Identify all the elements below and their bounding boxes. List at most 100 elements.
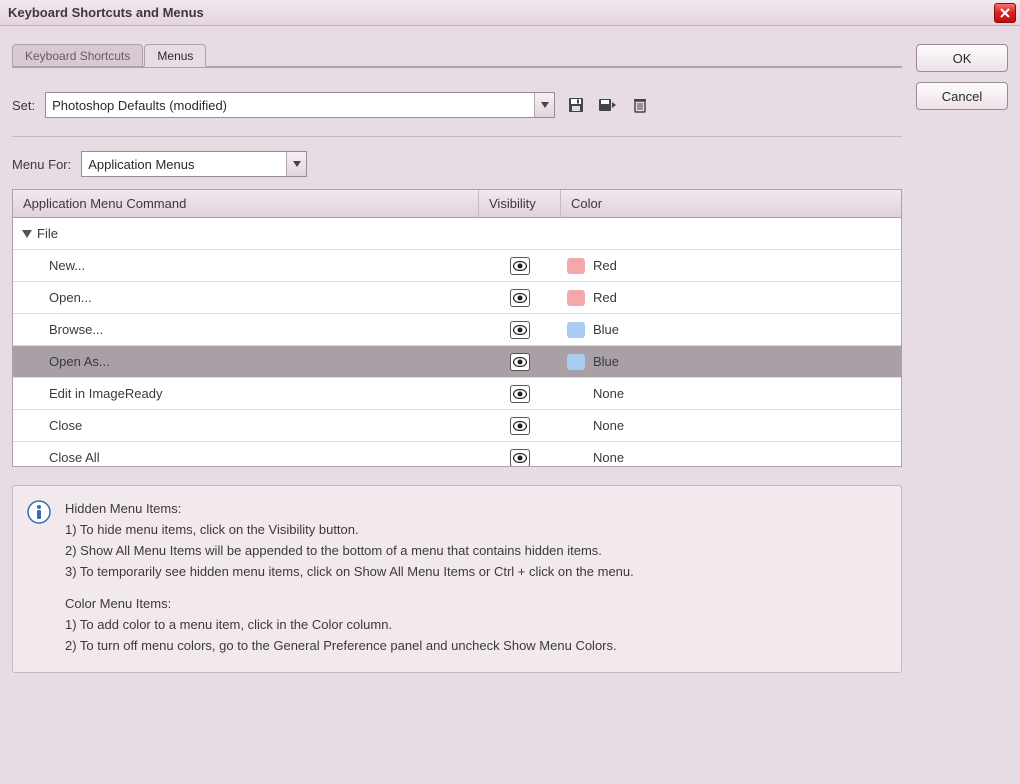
ok-button[interactable]: OK bbox=[916, 44, 1008, 72]
floppy-arrow-icon bbox=[598, 96, 618, 114]
eye-icon bbox=[513, 389, 527, 399]
table-row[interactable]: Browse... Blue bbox=[13, 314, 901, 346]
visibility-cell bbox=[479, 353, 561, 371]
info-text: Hidden Menu Items: 1) To hide menu items… bbox=[65, 500, 634, 658]
tab-menus[interactable]: Menus bbox=[144, 44, 206, 67]
info-line: 1) To hide menu items, click on the Visi… bbox=[65, 521, 634, 540]
divider bbox=[12, 136, 902, 137]
menu-table: Application Menu Command Visibility Colo… bbox=[12, 189, 902, 467]
table-body[interactable]: File New...RedOpen...RedBrowse...BlueOpe… bbox=[13, 218, 901, 466]
dialog-body: Keyboard Shortcuts Menus Set: Photoshop … bbox=[0, 26, 1020, 784]
command-cell: Close bbox=[13, 418, 479, 433]
group-row-file[interactable]: File bbox=[13, 218, 901, 250]
visibility-toggle[interactable] bbox=[510, 417, 530, 435]
color-label: Red bbox=[593, 258, 617, 273]
visibility-toggle[interactable] bbox=[510, 321, 530, 339]
color-swatch bbox=[567, 418, 585, 434]
col-color[interactable]: Color bbox=[561, 190, 901, 217]
trash-icon bbox=[632, 96, 648, 114]
table-row[interactable]: Close None bbox=[13, 410, 901, 442]
group-label: File bbox=[37, 226, 58, 241]
collapse-icon bbox=[21, 228, 33, 240]
color-cell[interactable]: None bbox=[561, 418, 901, 434]
info-heading-color: Color Menu Items: bbox=[65, 595, 634, 614]
visibility-cell bbox=[479, 257, 561, 275]
info-line: 2) Show All Menu Items will be appended … bbox=[65, 542, 634, 561]
command-cell: Open As... bbox=[13, 354, 479, 369]
visibility-cell bbox=[479, 449, 561, 467]
eye-icon bbox=[513, 453, 527, 463]
eye-icon bbox=[513, 293, 527, 303]
menu-for-value: Application Menus bbox=[88, 157, 194, 172]
table-row[interactable]: New... Red bbox=[13, 250, 901, 282]
cancel-button[interactable]: Cancel bbox=[916, 82, 1008, 110]
set-row: Set: Photoshop Defaults (modified) bbox=[12, 92, 902, 118]
title-bar: Keyboard Shortcuts and Menus bbox=[0, 0, 1020, 26]
color-swatch bbox=[567, 258, 585, 274]
table-header: Application Menu Command Visibility Colo… bbox=[13, 190, 901, 218]
command-cell: Close All bbox=[13, 450, 479, 465]
visibility-toggle[interactable] bbox=[510, 385, 530, 403]
color-label: None bbox=[593, 450, 624, 465]
set-select[interactable]: Photoshop Defaults (modified) bbox=[45, 92, 555, 118]
color-label: None bbox=[593, 386, 624, 401]
tab-keyboard-shortcuts[interactable]: Keyboard Shortcuts bbox=[12, 44, 143, 66]
visibility-toggle[interactable] bbox=[510, 289, 530, 307]
visibility-cell bbox=[479, 289, 561, 307]
color-cell[interactable]: None bbox=[561, 450, 901, 466]
color-swatch bbox=[567, 386, 585, 402]
visibility-cell bbox=[479, 385, 561, 403]
info-line: 2) To turn off menu colors, go to the Ge… bbox=[65, 637, 634, 656]
visibility-toggle[interactable] bbox=[510, 353, 530, 371]
info-line: 1) To add color to a menu item, click in… bbox=[65, 616, 634, 635]
color-swatch bbox=[567, 290, 585, 306]
close-button[interactable] bbox=[994, 3, 1016, 23]
command-cell: Browse... bbox=[13, 322, 479, 337]
set-label: Set: bbox=[12, 98, 35, 113]
col-command[interactable]: Application Menu Command bbox=[13, 190, 479, 217]
close-icon bbox=[1000, 8, 1010, 18]
main-column: Keyboard Shortcuts Menus Set: Photoshop … bbox=[12, 44, 902, 772]
color-label: Red bbox=[593, 290, 617, 305]
eye-icon bbox=[513, 325, 527, 335]
visibility-toggle[interactable] bbox=[510, 449, 530, 467]
side-column: OK Cancel bbox=[916, 44, 1008, 772]
floppy-icon bbox=[567, 96, 585, 114]
tab-bar: Keyboard Shortcuts Menus bbox=[12, 44, 902, 68]
color-swatch bbox=[567, 322, 585, 338]
table-row[interactable]: Open As... Blue bbox=[13, 346, 901, 378]
visibility-cell bbox=[479, 417, 561, 435]
visibility-toggle[interactable] bbox=[510, 257, 530, 275]
info-heading-hidden: Hidden Menu Items: bbox=[65, 500, 634, 519]
color-cell[interactable]: Red bbox=[561, 290, 901, 306]
menu-for-row: Menu For: Application Menus bbox=[12, 151, 902, 177]
info-panel: Hidden Menu Items: 1) To hide menu items… bbox=[12, 485, 902, 673]
command-cell: New... bbox=[13, 258, 479, 273]
command-cell: Open... bbox=[13, 290, 479, 305]
menu-for-label: Menu For: bbox=[12, 157, 71, 172]
chevron-down-icon bbox=[534, 93, 554, 117]
menu-for-select[interactable]: Application Menus bbox=[81, 151, 307, 177]
command-cell: Edit in ImageReady bbox=[13, 386, 479, 401]
table-row[interactable]: Open... Red bbox=[13, 282, 901, 314]
save-set-button[interactable] bbox=[565, 94, 587, 116]
save-set-as-button[interactable] bbox=[597, 94, 619, 116]
color-label: Blue bbox=[593, 354, 619, 369]
window-title: Keyboard Shortcuts and Menus bbox=[8, 5, 204, 20]
color-cell[interactable]: Blue bbox=[561, 354, 901, 370]
color-label: None bbox=[593, 418, 624, 433]
color-cell[interactable]: None bbox=[561, 386, 901, 402]
color-swatch bbox=[567, 354, 585, 370]
table-row[interactable]: Close All None bbox=[13, 442, 901, 466]
color-swatch bbox=[567, 450, 585, 466]
col-visibility[interactable]: Visibility bbox=[479, 190, 561, 217]
delete-set-button[interactable] bbox=[629, 94, 651, 116]
eye-icon bbox=[513, 357, 527, 367]
color-cell[interactable]: Blue bbox=[561, 322, 901, 338]
eye-icon bbox=[513, 421, 527, 431]
eye-icon bbox=[513, 261, 527, 271]
chevron-down-icon bbox=[286, 152, 306, 176]
table-row[interactable]: Edit in ImageReady None bbox=[13, 378, 901, 410]
set-value: Photoshop Defaults (modified) bbox=[52, 98, 227, 113]
color-cell[interactable]: Red bbox=[561, 258, 901, 274]
